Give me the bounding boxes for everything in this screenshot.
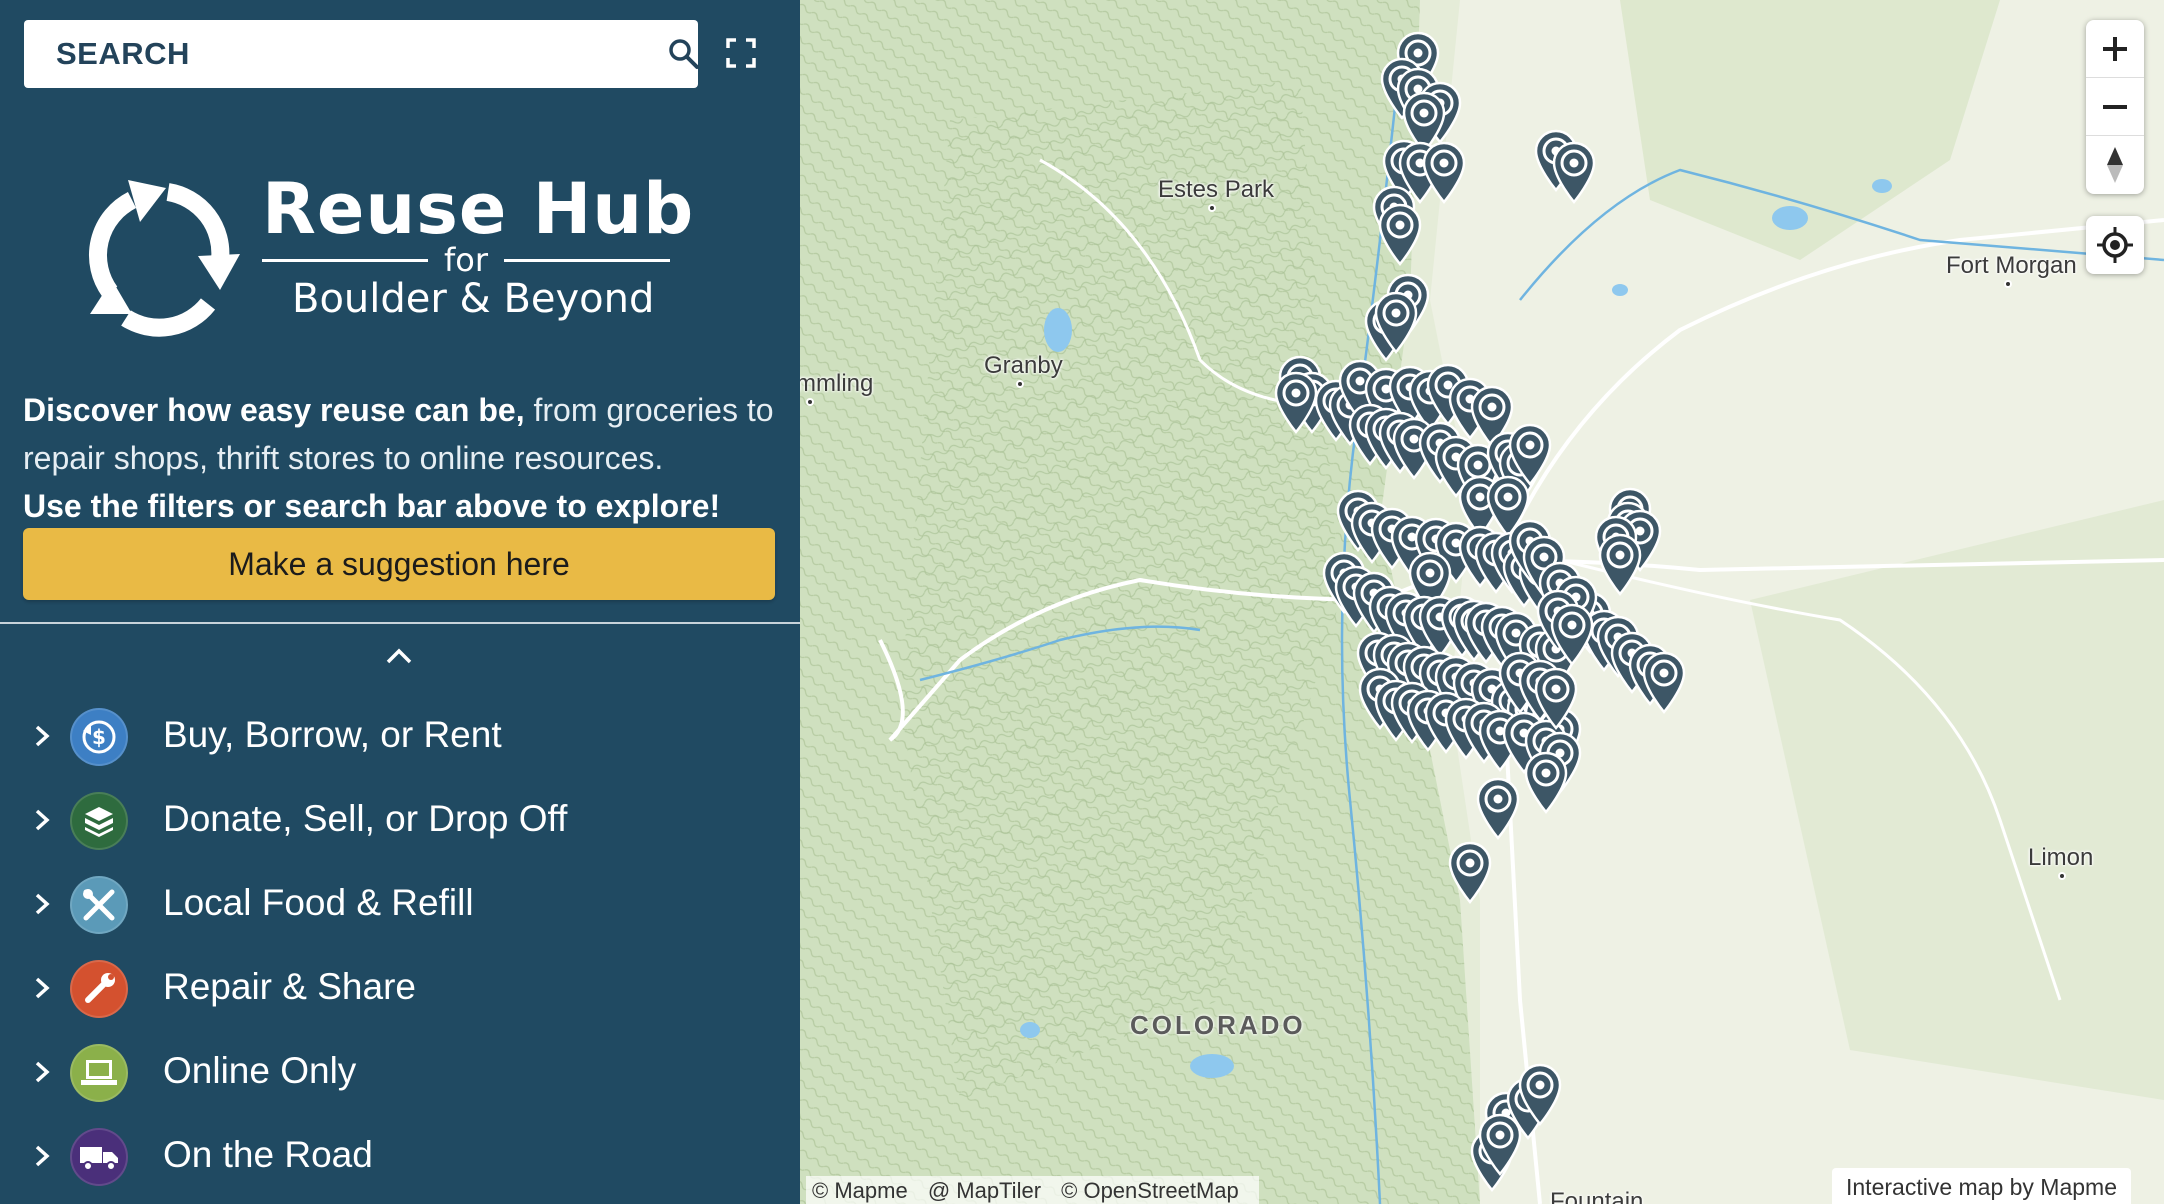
place-granby: Granby bbox=[984, 352, 1063, 388]
chevron-up-icon[interactable] bbox=[384, 646, 414, 666]
category-label: Repair & Share bbox=[163, 966, 416, 1007]
category-item[interactable]: On the Road bbox=[0, 1114, 800, 1198]
place-fort-morgan: Fort Morgan bbox=[1946, 252, 2077, 288]
search-icon[interactable] bbox=[668, 38, 700, 70]
search-box bbox=[24, 20, 700, 88]
minus-icon bbox=[2103, 104, 2127, 109]
category-item[interactable]: Online Only bbox=[0, 1030, 800, 1114]
sidebar: Reuse Hub for Boulder & Beyond Discover … bbox=[0, 0, 800, 1204]
intro-text: Discover how easy reuse can be, from gro… bbox=[23, 386, 783, 530]
map-marker-icon[interactable] bbox=[1373, 290, 1419, 354]
box-icon bbox=[70, 792, 128, 850]
map-marker-icon[interactable] bbox=[1641, 650, 1687, 714]
locate-button[interactable] bbox=[2086, 216, 2144, 274]
logo-divider-right bbox=[504, 258, 670, 262]
logo-subtitle: Boulder & Beyond bbox=[292, 276, 655, 322]
attribution-maptiler[interactable]: @ MapTiler bbox=[928, 1178, 1041, 1203]
map-marker-icon[interactable] bbox=[1549, 602, 1595, 666]
crosshair-icon bbox=[2097, 227, 2133, 263]
search-bar bbox=[0, 0, 800, 108]
zoom-in-button[interactable] bbox=[2086, 20, 2144, 78]
logo-title: Reuse Hub bbox=[262, 168, 695, 250]
category-item[interactable]: Repair & Share bbox=[0, 946, 800, 1030]
chevron-right-icon[interactable] bbox=[34, 892, 50, 916]
wrench-icon bbox=[70, 960, 128, 1018]
logo-for: for bbox=[444, 241, 488, 279]
intro-bold-2: Use the filters or search bar above to e… bbox=[23, 488, 721, 524]
compass-icon bbox=[2107, 147, 2123, 183]
logo-for-row: for bbox=[262, 240, 670, 280]
map-marker-icon[interactable] bbox=[1523, 750, 1569, 814]
place-fountain: Fountain bbox=[1550, 1188, 1644, 1204]
place-limon: Limon bbox=[2028, 844, 2093, 880]
attribution-mapme[interactable]: © Mapme bbox=[812, 1178, 908, 1203]
map-marker-icon[interactable] bbox=[1551, 140, 1597, 204]
recycle-arrows-icon bbox=[89, 180, 240, 337]
chevron-right-icon[interactable] bbox=[34, 976, 50, 1000]
reuse-hub-logo: Reuse Hub for Boulder & Beyond bbox=[70, 164, 693, 344]
map-marker-icon[interactable] bbox=[1477, 1112, 1523, 1176]
search-input[interactable] bbox=[56, 20, 636, 88]
map-marker-icon[interactable] bbox=[1597, 532, 1643, 596]
map-marker-icon[interactable] bbox=[1533, 666, 1579, 730]
map-marker-icon[interactable] bbox=[1421, 140, 1467, 204]
map-marker-icon[interactable] bbox=[1517, 1062, 1563, 1126]
map-attribution: © Mapme @ MapTiler © OpenStreetMap bbox=[806, 1176, 1259, 1204]
attribution-osm[interactable]: © OpenStreetMap bbox=[1061, 1178, 1239, 1203]
place-estes-park: Estes Park bbox=[1158, 176, 1274, 212]
category-item[interactable]: Local Food & Refill bbox=[0, 862, 800, 946]
category-item[interactable]: Donate, Sell, or Drop Off bbox=[0, 778, 800, 862]
category-label: Local Food & Refill bbox=[163, 882, 474, 923]
chevron-right-icon[interactable] bbox=[34, 724, 50, 748]
category-list: $ Buy, Borrow, or Rent Donate, Sell, or Dr… bbox=[0, 694, 800, 1198]
category-label: Donate, Sell, or Drop Off bbox=[163, 798, 568, 839]
svg-text:$: $ bbox=[92, 725, 106, 749]
mapme-badge[interactable]: Interactive map by Mapme bbox=[1832, 1168, 2132, 1204]
money-cycle-icon: $ bbox=[70, 708, 128, 766]
map-marker-icon[interactable] bbox=[1273, 370, 1319, 434]
state-label: COLORADO bbox=[1130, 1010, 1306, 1040]
map-marker-icon[interactable] bbox=[1447, 840, 1493, 904]
chevron-right-icon[interactable] bbox=[34, 1144, 50, 1168]
map-marker-icon[interactable] bbox=[1377, 202, 1423, 266]
logo-divider-left bbox=[262, 258, 428, 262]
category-label: Online Only bbox=[163, 1050, 357, 1091]
zoom-out-button[interactable] bbox=[2086, 78, 2144, 136]
intro-bold-1: Discover how easy reuse can be, bbox=[23, 392, 525, 428]
fullscreen-icon[interactable] bbox=[726, 38, 756, 68]
chevron-right-icon[interactable] bbox=[34, 1060, 50, 1084]
plus-icon bbox=[2103, 36, 2127, 61]
chevron-right-icon[interactable] bbox=[34, 808, 50, 832]
divider bbox=[0, 622, 800, 624]
category-label: Buy, Borrow, or Rent bbox=[163, 714, 502, 755]
laptop-icon bbox=[70, 1044, 128, 1102]
compass-button[interactable] bbox=[2086, 136, 2144, 194]
zoom-controls bbox=[2086, 20, 2144, 194]
category-label: On the Road bbox=[163, 1134, 373, 1175]
fork-knife-icon bbox=[70, 876, 128, 934]
place-mmling: mmling bbox=[796, 370, 873, 406]
truck-icon bbox=[70, 1128, 128, 1186]
category-item[interactable]: $ Buy, Borrow, or Rent bbox=[0, 694, 800, 778]
make-suggestion-button[interactable]: Make a suggestion here bbox=[23, 528, 775, 600]
map-marker-icon[interactable] bbox=[1475, 776, 1521, 840]
